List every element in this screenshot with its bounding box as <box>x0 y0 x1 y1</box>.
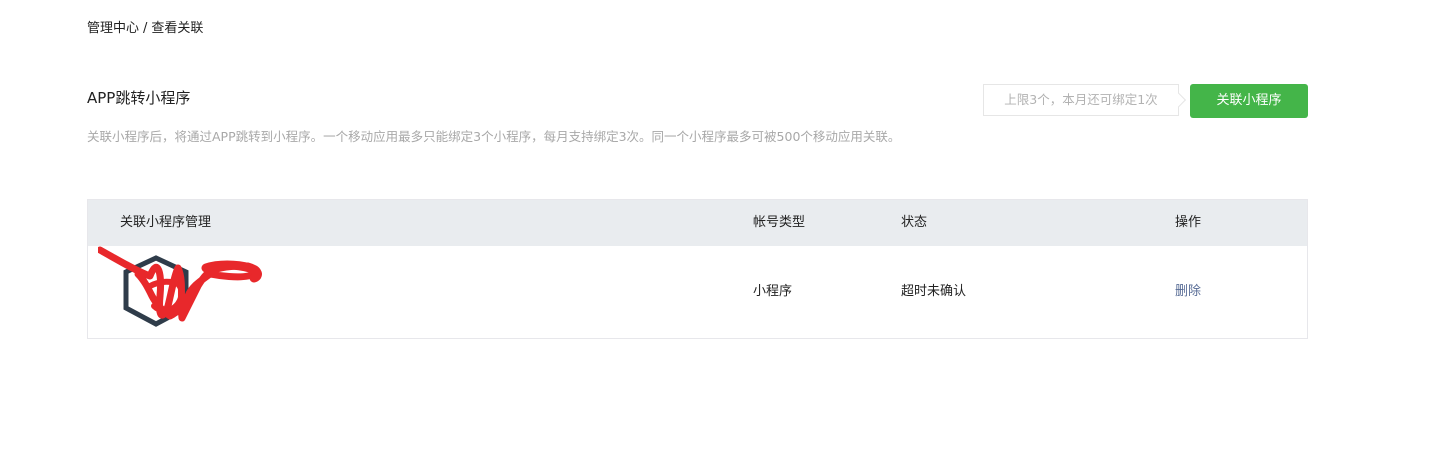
account-type-cell: 小程序 <box>753 284 793 299</box>
breadcrumb-separator: / <box>143 21 148 36</box>
breadcrumb: 管理中心 / 查看关联 <box>87 20 203 38</box>
breadcrumb-current: 查看关联 <box>151 21 204 36</box>
redacted-logo-icon <box>96 246 262 327</box>
header-miniprogram: 关联小程序管理 <box>120 215 212 230</box>
breadcrumb-root[interactable]: 管理中心 <box>87 21 139 36</box>
bind-miniprogram-button[interactable]: 关联小程序 <box>1190 84 1308 118</box>
delete-link[interactable]: 删除 <box>1175 246 1201 338</box>
header-account-type: 帐号类型 <box>753 215 806 230</box>
table-row: 小程序 超时未确认 删除 <box>88 246 1307 338</box>
linked-miniprogram-table: 关联小程序管理 帐号类型 状态 操作 小程序 超时未确认 删除 <box>87 199 1308 339</box>
table-header: 关联小程序管理 帐号类型 状态 操作 <box>88 200 1307 246</box>
header-status: 状态 <box>901 215 928 230</box>
section-description: 关联小程序后，将通过APP跳转到小程序。一个移动应用最多只能绑定3个小程序，每月… <box>87 129 901 144</box>
section-title: APP跳转小程序 <box>87 89 191 107</box>
status-cell: 超时未确认 <box>901 284 967 299</box>
bind-limit-tip: 上限3个，本月还可绑定1次 <box>983 84 1179 116</box>
miniprogram-info-redacted <box>96 246 298 338</box>
header-action: 操作 <box>1175 215 1202 230</box>
